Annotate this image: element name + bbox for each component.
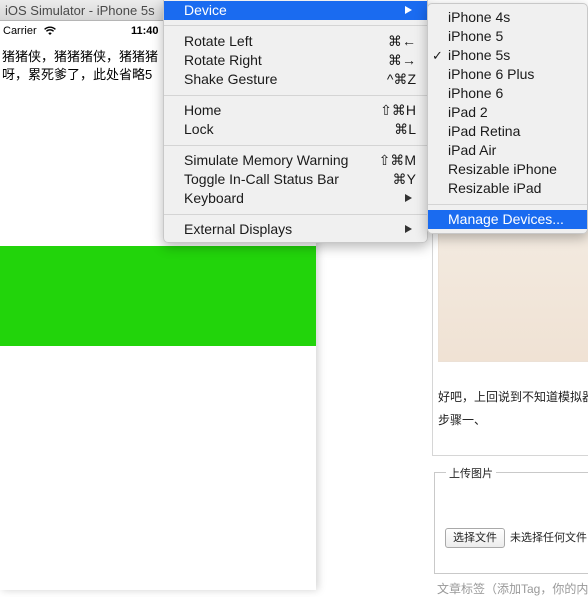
- device-label: iPad Retina: [448, 123, 521, 139]
- device-label: iPhone 5s: [448, 47, 511, 63]
- device-label: Resizable iPhone: [448, 161, 557, 177]
- submenu-arrow-icon: [405, 194, 412, 202]
- menu-separator: [164, 25, 427, 26]
- menu-separator: [164, 214, 427, 215]
- app-text-line: 猪猪侠，猪猪猪侠，猪猪猪: [2, 49, 159, 64]
- menu-item-label: Rotate Right: [184, 52, 262, 68]
- carrier-label: Carrier: [3, 25, 37, 37]
- device-label: iPhone 6 Plus: [448, 66, 535, 82]
- device-submenu: iPhone 4s iPhone 5 ✓ iPhone 5s iPhone 6 …: [427, 3, 588, 234]
- clock: 11:40: [131, 25, 159, 37]
- device-iphone-6-plus[interactable]: iPhone 6 Plus: [428, 65, 587, 84]
- device-label: iPhone 6: [448, 85, 504, 101]
- upload-fieldset: [434, 472, 588, 574]
- device-ipad-air[interactable]: iPad Air: [428, 141, 587, 160]
- article-paragraph: 好吧，上回说到不知道模拟器: [438, 390, 588, 404]
- menu-item-label: Toggle In-Call Status Bar: [184, 171, 339, 187]
- menu-item-rotate-right[interactable]: Rotate Right ⌘→: [164, 51, 427, 70]
- checkmark-icon: ✓: [432, 48, 443, 63]
- menu-shortcut: ⇧⌘M: [378, 152, 416, 168]
- menu-item-shake-gesture[interactable]: Shake Gesture ^⌘Z: [164, 70, 427, 89]
- menu-item-in-call-status-bar[interactable]: Toggle In-Call Status Bar ⌘Y: [164, 170, 427, 189]
- menu-separator: [164, 95, 427, 96]
- device-label: iPhone 5: [448, 28, 504, 44]
- device-label: Manage Devices...: [448, 211, 564, 227]
- device-ipad-retina[interactable]: iPad Retina: [428, 122, 587, 141]
- menu-item-label: Home: [184, 102, 222, 118]
- menu-item-device[interactable]: Device: [164, 1, 427, 20]
- menu-item-home[interactable]: Home ⇧⌘H: [164, 101, 427, 120]
- menu-item-label: Device: [184, 2, 227, 18]
- device-resizable-ipad[interactable]: Resizable iPad: [428, 179, 587, 198]
- device-iphone-5s[interactable]: ✓ iPhone 5s: [428, 46, 587, 65]
- menu-separator: [428, 204, 587, 205]
- menu-item-label: Rotate Left: [184, 33, 253, 49]
- menu-item-label: Lock: [184, 121, 214, 137]
- article-step: 步骤一、: [438, 413, 487, 427]
- menu-item-lock[interactable]: Lock ⌘L: [164, 120, 427, 139]
- device-iphone-6[interactable]: iPhone 6: [428, 84, 587, 103]
- menu-shortcut: ⇧⌘H: [380, 102, 416, 118]
- device-label: iPhone 4s: [448, 9, 511, 25]
- menu-item-label: Keyboard: [184, 190, 244, 206]
- menu-item-keyboard[interactable]: Keyboard: [164, 189, 427, 208]
- device-resizable-iphone[interactable]: Resizable iPhone: [428, 160, 587, 179]
- menu-item-rotate-left[interactable]: Rotate Left ⌘←: [164, 32, 427, 51]
- menu-shortcut: ⌘Y: [392, 171, 416, 187]
- menu-shortcut: ⌘←: [388, 33, 416, 49]
- device-label: iPad Air: [448, 142, 497, 158]
- hardware-menu: Device Rotate Left ⌘← Rotate Right ⌘→ Sh…: [163, 0, 428, 243]
- menu-item-label: External Displays: [184, 221, 293, 237]
- device-label: Resizable iPad: [448, 180, 542, 196]
- menu-item-label: Shake Gesture: [184, 71, 278, 87]
- green-view: [0, 246, 316, 346]
- menu-item-label: Simulate Memory Warning: [184, 152, 349, 168]
- tag-label: 文章标签（添加Tag，你的内: [437, 582, 588, 596]
- submenu-arrow-icon: [405, 225, 412, 233]
- choose-file-button[interactable]: 选择文件: [445, 528, 505, 548]
- app-text-line: 呀，累死爹了，此处省略5: [2, 67, 153, 82]
- article-image: [438, 215, 588, 362]
- menu-shortcut: ⌘L: [394, 121, 416, 137]
- menu-item-memory-warning[interactable]: Simulate Memory Warning ⇧⌘M: [164, 151, 427, 170]
- wifi-icon: [44, 26, 56, 35]
- submenu-arrow-icon: [405, 6, 412, 14]
- menu-item-external-displays[interactable]: External Displays: [164, 220, 427, 239]
- device-iphone-5[interactable]: iPhone 5: [428, 27, 587, 46]
- menu-separator: [164, 145, 427, 146]
- device-label: iPad 2: [448, 104, 488, 120]
- no-file-label: 未选择任何文件: [510, 532, 587, 544]
- upload-legend: 上传图片: [446, 465, 496, 481]
- manage-devices-item[interactable]: Manage Devices...: [428, 210, 587, 229]
- device-iphone-4s[interactable]: iPhone 4s: [428, 8, 587, 27]
- device-ipad-2[interactable]: iPad 2: [428, 103, 587, 122]
- menu-shortcut: ⌘→: [388, 52, 416, 68]
- menu-shortcut: ^⌘Z: [386, 71, 416, 87]
